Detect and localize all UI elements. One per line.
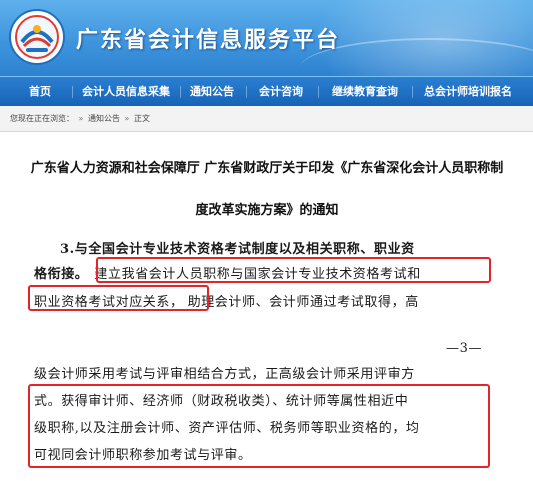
highlight-box-1 <box>96 257 491 283</box>
breadcrumb: 您现在正在浏览： » 通知公告 » 正文 <box>0 106 533 132</box>
breadcrumb-separator: » <box>78 114 84 123</box>
nav-divider <box>72 86 73 98</box>
breadcrumb-link-notices[interactable]: 通知公告 <box>88 114 120 123</box>
nav-item-notices[interactable]: 通知公告 <box>186 77 238 107</box>
main-nav: 首页 会计人员信息采集 通知公告 会计咨询 继续教育查询 总会计师培训报名 <box>0 76 533 106</box>
nav-divider <box>412 86 413 98</box>
doc-text: 助理会计师、会计师通过考试取得，高 <box>187 295 419 310</box>
emblem-logo-icon[interactable] <box>8 8 66 66</box>
header-banner: 广东省会计信息服务平台 <box>0 0 533 76</box>
breadcrumb-prefix: 您现在正在浏览： <box>10 114 74 123</box>
site-title: 广东省会计信息服务平台 <box>76 28 341 53</box>
nav-divider <box>180 86 181 98</box>
breadcrumb-current: 正文 <box>134 114 150 123</box>
article-title-line-2: 度改革实施方案》的通知 <box>195 203 339 218</box>
highlight-box-2 <box>28 285 209 311</box>
nav-divider <box>246 86 247 98</box>
nav-item-consulting[interactable]: 会计咨询 <box>254 77 308 107</box>
doc-paragraph-1-line-1: 3.与全国会计专业技术资格考试制度以及相关职称、职业资 <box>60 242 415 257</box>
highlight-box-3 <box>28 384 490 468</box>
nav-item-cpe-query[interactable]: 继续教育查询 <box>326 77 404 107</box>
doc-paragraph-2-line-1: 级会计师采用考试与评审相结合方式，正高级会计师采用评审方 <box>34 367 415 382</box>
article-title-line-1: 广东省人力资源和社会保障厅 广东省财政厅关于印发《广东省深化会计人员职称制 <box>30 161 504 176</box>
nav-item-home[interactable]: 首页 <box>18 77 62 107</box>
nav-item-cfo-training[interactable]: 总会计师培训报名 <box>418 77 518 107</box>
doc-text: 格衔接。 <box>34 267 89 282</box>
breadcrumb-separator: » <box>124 114 130 123</box>
page-number-marker: —3— <box>446 341 483 356</box>
nav-divider <box>318 86 319 98</box>
nav-item-info-collection[interactable]: 会计人员信息采集 <box>78 77 174 107</box>
